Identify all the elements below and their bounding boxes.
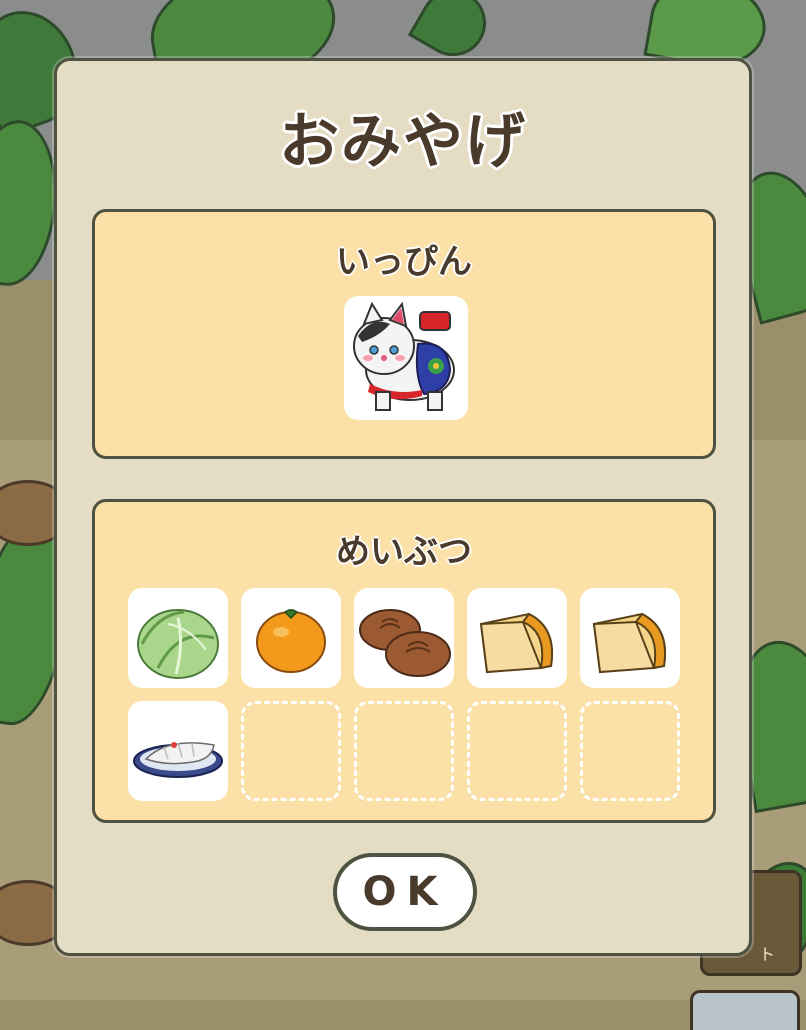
dialog-title: おみやげ — [279, 107, 527, 177]
empty-slot — [354, 701, 454, 801]
background-side-button-label: ト — [759, 945, 776, 964]
mikan-orange-icon[interactable] — [241, 588, 341, 688]
cheese-wedge-icon[interactable] — [467, 588, 567, 688]
manju-buns-icon[interactable] — [354, 588, 454, 688]
special-item-title: いっぴん — [336, 242, 472, 282]
souvenir-dialog: おみやげ いっぴん めいぶつ OK — [54, 58, 752, 956]
empty-slot — [467, 701, 567, 801]
special-item-panel: いっぴん — [92, 209, 716, 459]
local-specialty-title: めいぶつ — [336, 532, 472, 572]
cabbage-icon[interactable] — [128, 588, 228, 688]
sashimi-plate-icon[interactable] — [128, 701, 228, 801]
background-bag-button — [690, 990, 800, 1030]
cheese-wedge-icon[interactable] — [580, 588, 680, 688]
local-specialty-panel: めいぶつ — [92, 499, 716, 823]
ok-button[interactable]: OK — [333, 853, 477, 931]
empty-slot — [580, 701, 680, 801]
empty-slot — [241, 701, 341, 801]
inuhariko-dog-figurine-icon[interactable] — [344, 296, 468, 420]
